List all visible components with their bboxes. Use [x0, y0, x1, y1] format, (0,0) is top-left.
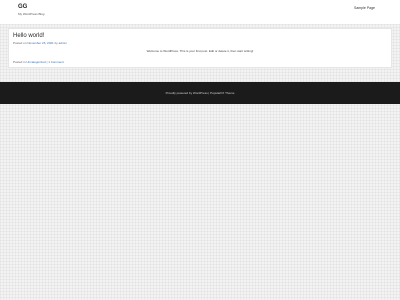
posted-on-label: Posted on: [13, 41, 27, 45]
post-meta: Posted on November 26, 2021 by admin: [13, 41, 67, 45]
footer-credit: Proudly powered by WordPress | PopularFX…: [165, 91, 235, 95]
site-title[interactable]: GG: [18, 4, 27, 10]
category-link[interactable]: Uncategorized: [26, 60, 45, 64]
post-title[interactable]: Hello world!: [13, 33, 44, 39]
comment-link[interactable]: 1 Comment: [48, 60, 64, 64]
site-tagline: My WordPress Blog: [18, 12, 45, 16]
nav-link-sample-page[interactable]: Sample Page: [354, 6, 375, 10]
site-footer: Proudly powered by WordPress | PopularFX…: [0, 82, 400, 104]
by-label: by: [54, 41, 58, 45]
post-footer: Posted in Uncategorized | 1 Comment: [13, 60, 64, 64]
post-card: Hello world! Posted on November 26, 2021…: [8, 28, 392, 68]
site-header: GG My WordPress Blog Sample Page: [0, 0, 400, 24]
post-body: Welcome to WordPress. This is your first…: [146, 49, 254, 53]
author-link[interactable]: admin: [59, 41, 67, 45]
post-date-link[interactable]: November 26, 2021: [27, 41, 53, 45]
posted-in-label: Posted in: [13, 60, 26, 64]
